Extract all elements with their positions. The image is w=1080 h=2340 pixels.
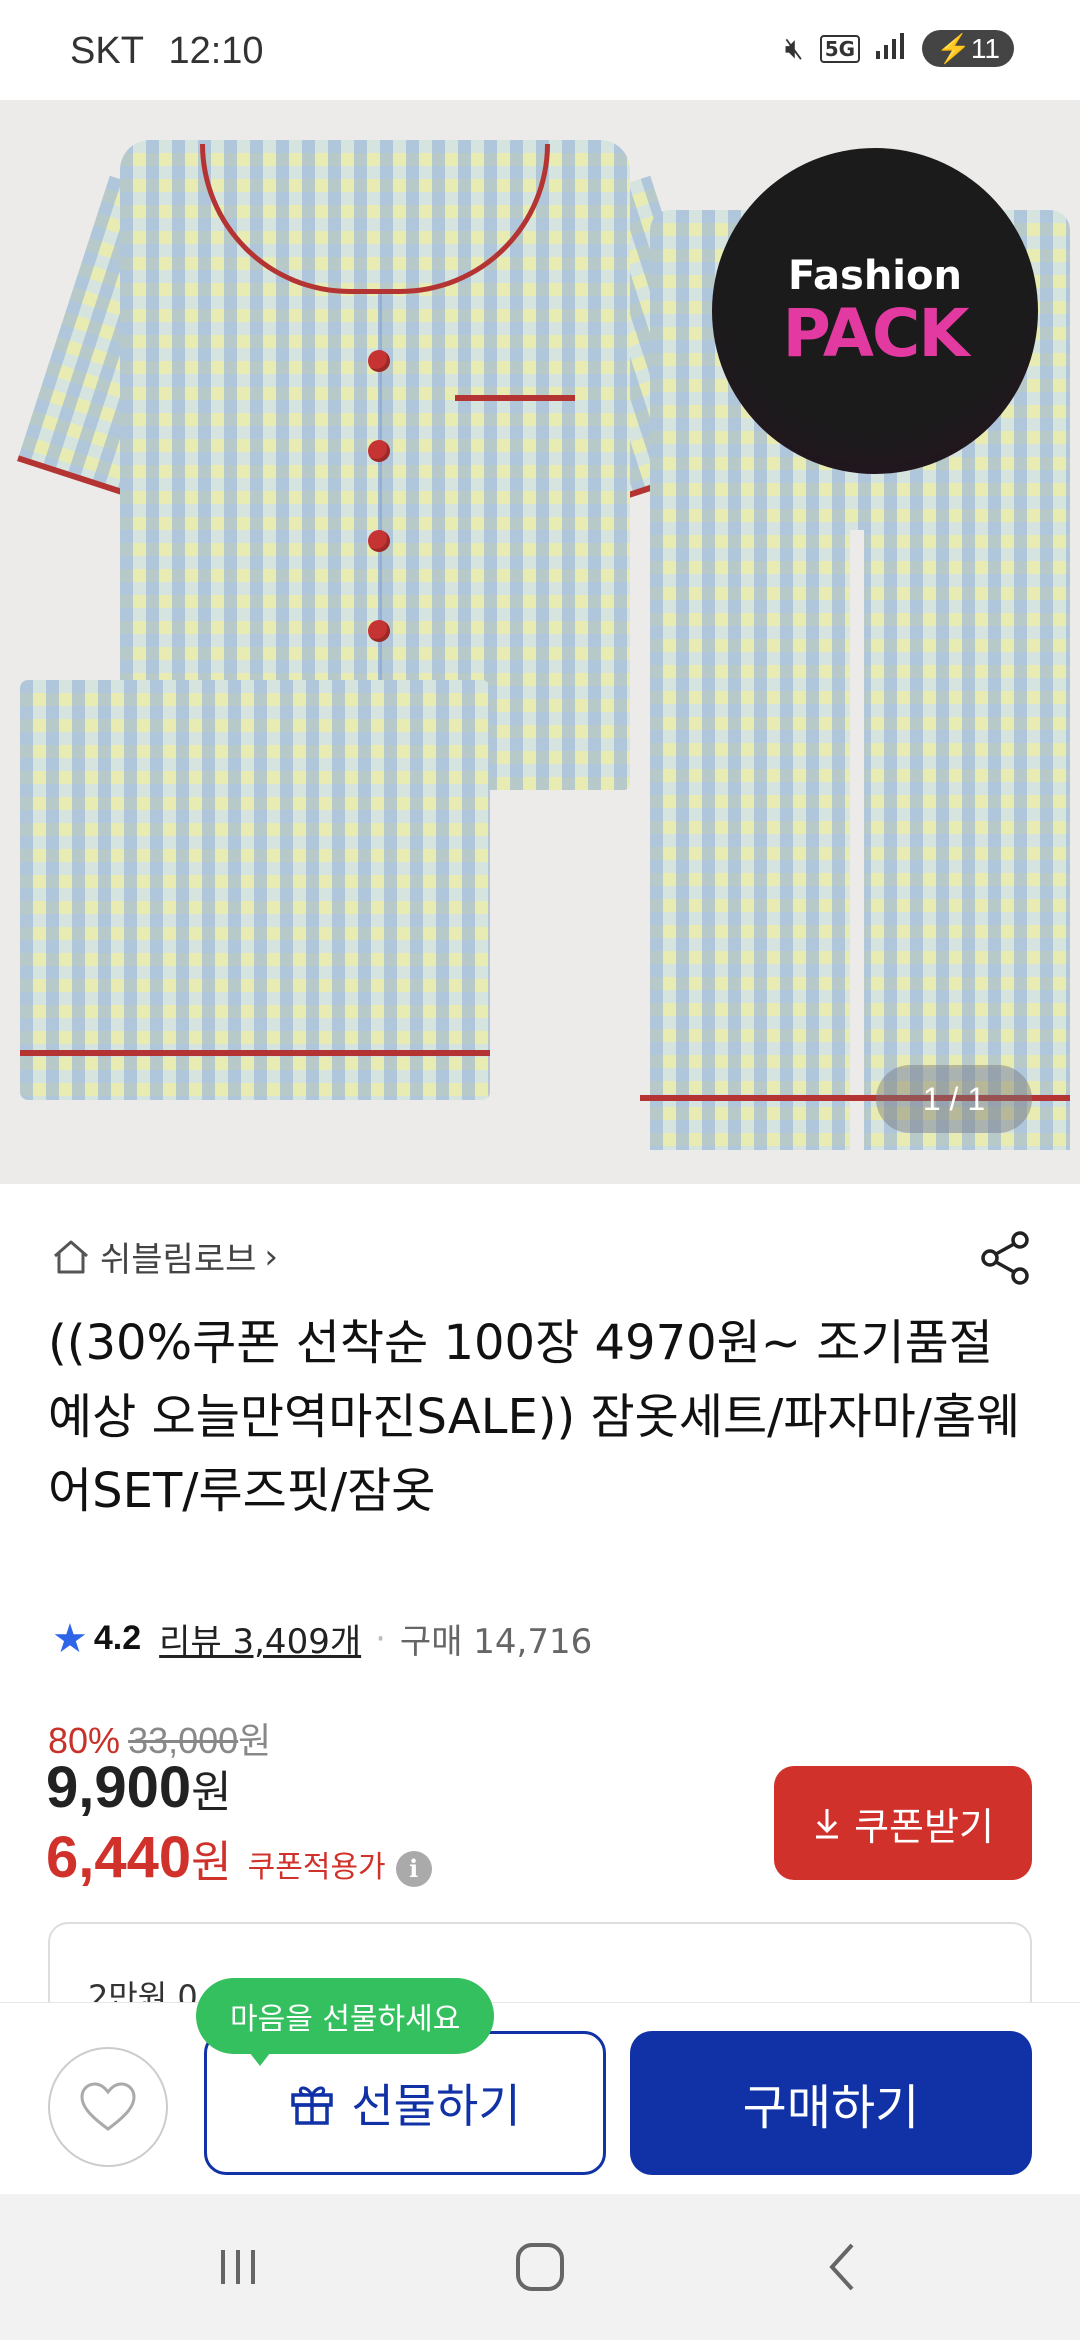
gift-button-label: 선물하기 bbox=[351, 2080, 521, 2132]
original-price-unit: 원 bbox=[238, 1720, 272, 1761]
home-nav-button[interactable] bbox=[500, 2232, 580, 2302]
status-icons: 🔇︎ 5G ⚡11 bbox=[785, 30, 1014, 67]
heart-icon bbox=[80, 2082, 136, 2131]
recent-apps-icon bbox=[221, 2250, 255, 2284]
coupon-price: 6,440 원 쿠폰적용가 i bbox=[46, 1824, 432, 1891]
get-coupon-button[interactable]: 쿠폰받기 bbox=[774, 1766, 1032, 1880]
buy-button[interactable]: 구매하기 bbox=[630, 2031, 1032, 2175]
rating-value: 4.2 bbox=[93, 1619, 142, 1657]
get-coupon-label: 쿠폰받기 bbox=[854, 1806, 994, 1849]
signal-icon bbox=[876, 31, 906, 67]
shirt-pocket bbox=[455, 395, 575, 495]
shirt-button bbox=[368, 440, 390, 462]
coupon-price-label: 쿠폰적용가 bbox=[247, 1850, 386, 1885]
store-name: 쉬블림로브 bbox=[100, 1240, 257, 1280]
chevron-right-icon: › bbox=[264, 1236, 279, 1277]
separator-dot: · bbox=[375, 1618, 386, 1659]
shirt-button bbox=[368, 350, 390, 372]
recent-apps-button[interactable] bbox=[198, 2232, 278, 2302]
wishlist-button[interactable] bbox=[48, 2047, 168, 2167]
status-left: SKT 12:10 bbox=[70, 30, 278, 73]
carrier-label: SKT bbox=[70, 30, 144, 72]
purchase-count: 구매 14,716 bbox=[399, 1622, 593, 1662]
brand-logo: Fashion PACK bbox=[712, 148, 1038, 474]
bottom-action-bar: 선물하기 구매하기 bbox=[0, 2002, 1080, 2194]
sale-price: 9,900원 bbox=[46, 1754, 232, 1821]
system-nav-bar bbox=[0, 2194, 1080, 2340]
shorts-hem bbox=[20, 1050, 490, 1056]
home-icon bbox=[54, 1240, 88, 1273]
info-icon[interactable]: i bbox=[395, 1851, 432, 1887]
shorts-graphic bbox=[20, 680, 490, 1100]
back-button[interactable] bbox=[802, 2232, 882, 2302]
product-title: ((30%쿠폰 선착순 100장 4970원~ 조기품절예상 오늘만역마진SAL… bbox=[48, 1315, 1021, 1519]
5g-icon: 5G bbox=[819, 34, 861, 63]
shirt-button bbox=[368, 530, 390, 552]
back-icon bbox=[829, 2243, 854, 2291]
mute-icon: 🔇︎ bbox=[784, 31, 804, 66]
sale-price-unit: 원 bbox=[191, 1767, 232, 1818]
sale-price-value: 9,900 bbox=[46, 1755, 192, 1820]
shirt-button bbox=[368, 620, 390, 642]
battery-charging-icon: ⚡11 bbox=[922, 30, 1014, 67]
brand-logo-line2: PACK bbox=[782, 295, 970, 372]
pants-leg-gap bbox=[850, 530, 864, 1150]
rating-row: ★ 4.2 리뷰 3,409개 · 구매 14,716 bbox=[52, 1614, 592, 1663]
store-link[interactable]: 쉬블림로브 › bbox=[50, 1232, 278, 1281]
coupon-price-unit: 원 bbox=[191, 1837, 232, 1888]
share-icon[interactable] bbox=[978, 1230, 1034, 1286]
coupon-price-value: 6,440 bbox=[46, 1825, 192, 1890]
reviews-link[interactable]: 리뷰 3,409개 bbox=[159, 1614, 361, 1663]
battery-level: 11 bbox=[970, 33, 1000, 64]
status-bar: SKT 12:10 🔇︎ 5G ⚡11 bbox=[0, 0, 1080, 100]
brand-logo-line1: Fashion bbox=[788, 253, 962, 299]
download-icon bbox=[816, 1809, 839, 1839]
clock: 12:10 bbox=[168, 30, 264, 72]
gift-icon bbox=[291, 2086, 334, 2125]
home-nav-icon bbox=[516, 2243, 564, 2291]
gift-tooltip-tail bbox=[246, 2048, 274, 2066]
image-page-indicator: 1 / 1 bbox=[876, 1065, 1032, 1133]
star-icon: ★ bbox=[52, 1615, 88, 1662]
product-image[interactable]: Fashion PACK 1 / 1 bbox=[0, 100, 1080, 1184]
gift-tooltip: 마음을 선물하세요 bbox=[196, 1978, 495, 2054]
